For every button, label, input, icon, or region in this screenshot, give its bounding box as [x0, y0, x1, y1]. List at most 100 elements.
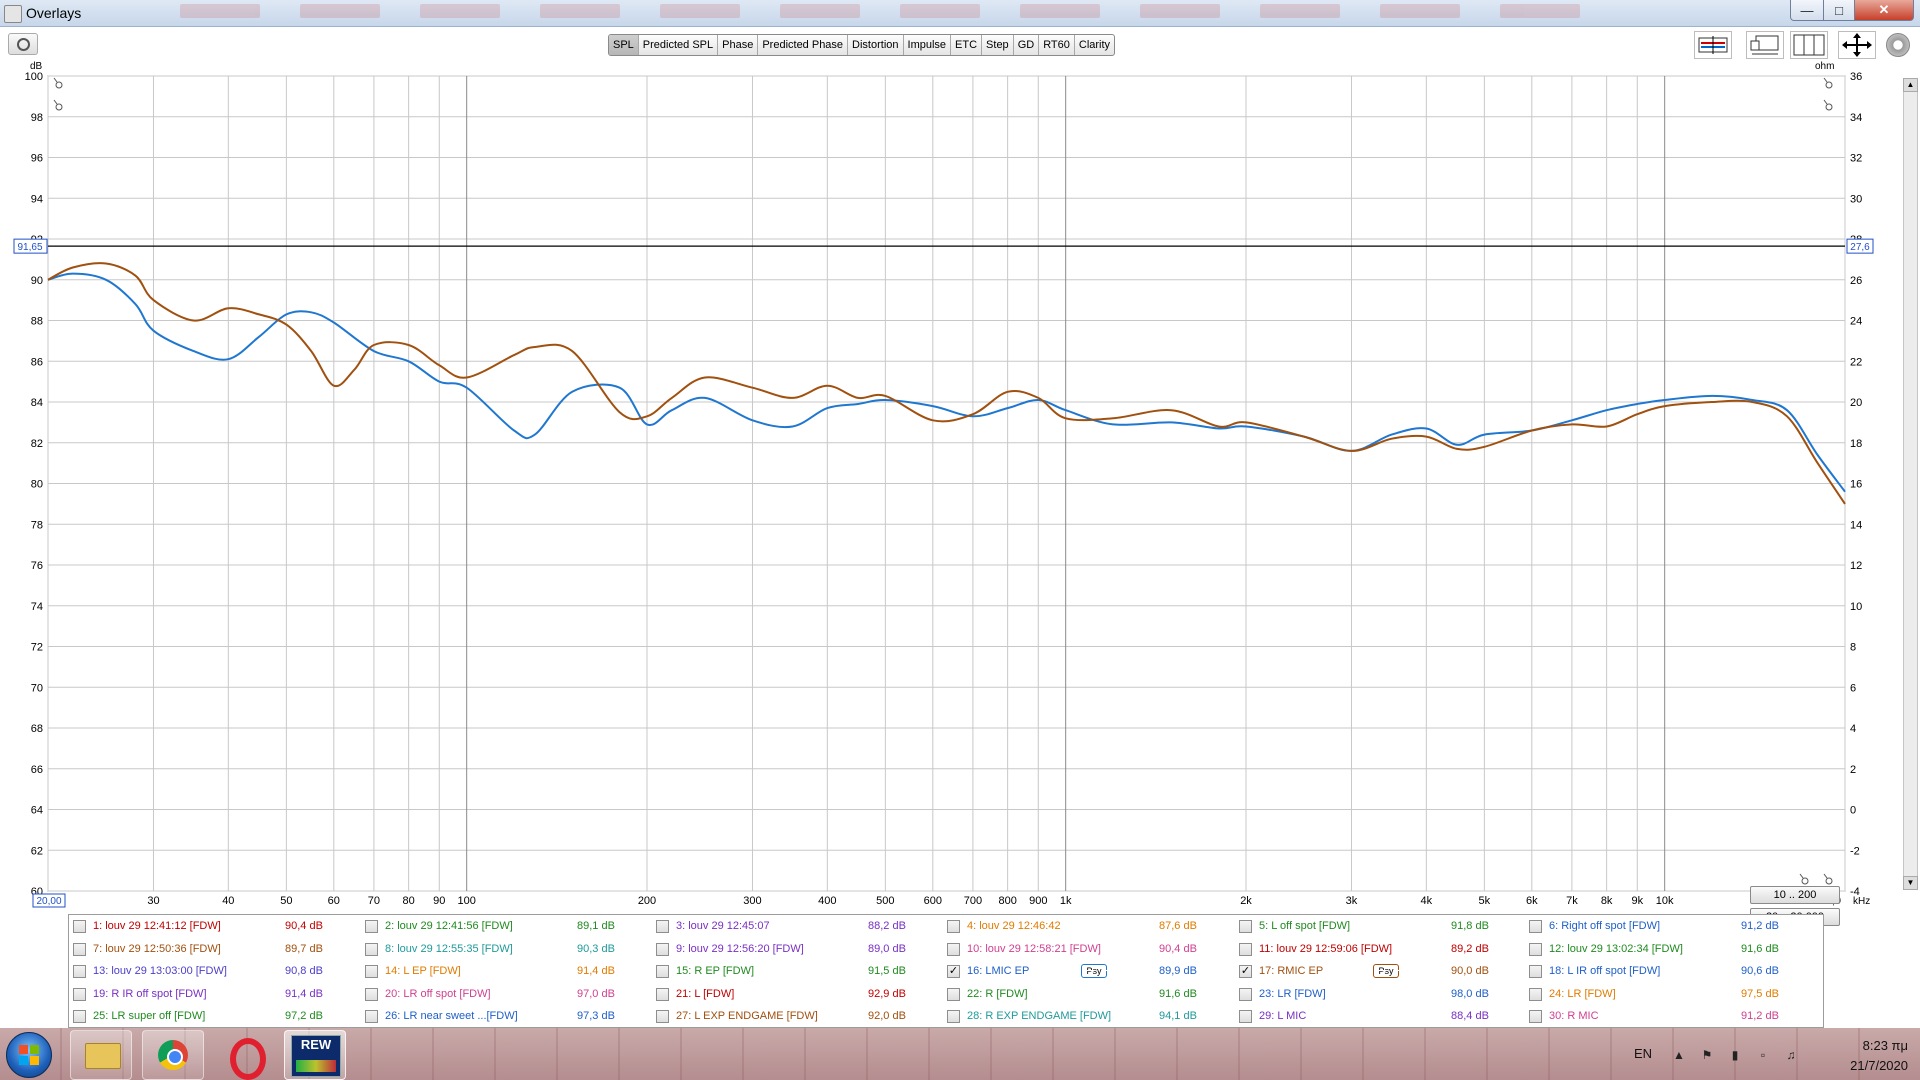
legend-item[interactable]: 22: R [FDW] 91,6 dB	[943, 983, 1233, 1005]
show-hidden-icons-icon[interactable]: ▲	[1672, 1048, 1686, 1062]
legend-checkbox[interactable]	[73, 987, 86, 1001]
tab-rt60[interactable]: RT60	[1039, 35, 1075, 55]
legend-checkbox[interactable]: ✓	[1239, 965, 1252, 979]
clock-date[interactable]: 21/7/2020	[1818, 1058, 1908, 1073]
volume-icon[interactable]: ♫	[1784, 1048, 1798, 1062]
legend-item[interactable]: 18: L IR off spot [FDW] 90,6 dB	[1525, 960, 1815, 982]
legend-checkbox[interactable]	[1239, 920, 1252, 933]
grid-layout-icon[interactable]	[1790, 31, 1828, 59]
tab-phase[interactable]: Phase	[718, 35, 759, 55]
legend-item[interactable]: 8: louv 29 12:55:35 [FDW] 90,3 dB	[361, 938, 651, 960]
action-center-flag-icon[interactable]: ⚑	[1700, 1048, 1714, 1062]
legend-item[interactable]: ✓ 17: RMIC EP Psy 90,0 dB	[1235, 960, 1525, 982]
tab-distortion[interactable]: Distortion	[848, 35, 904, 55]
legend-checkbox[interactable]	[1239, 987, 1252, 1001]
legend-item[interactable]: 19: R IR off spot [FDW] 91,4 dB	[69, 983, 359, 1005]
legend-item[interactable]: 5: L off spot [FDW] 91,8 dB	[1235, 915, 1525, 937]
tab-etc[interactable]: ETC	[951, 35, 983, 55]
tab-step[interactable]: Step	[982, 35, 1014, 55]
taskbar-chrome-button[interactable]	[142, 1030, 204, 1080]
legend-item[interactable]: 3: louv 29 12:45:07 88,2 dB	[652, 915, 942, 937]
legend-item[interactable]: 14: L EP [FDW] 91,4 dB	[361, 960, 651, 982]
chart-area[interactable]: 1003698349632943092289026882486228420821…	[0, 60, 1920, 926]
legend-checkbox[interactable]	[1529, 920, 1542, 933]
maximize-button[interactable]: □	[1823, 0, 1855, 21]
close-button[interactable]: ✕	[1854, 0, 1914, 21]
legend-checkbox[interactable]	[947, 1010, 960, 1024]
legend-checkbox[interactable]	[1239, 942, 1252, 956]
vertical-zoom-icon[interactable]	[1694, 31, 1732, 59]
legend-checkbox[interactable]	[73, 920, 86, 933]
legend-item[interactable]: 10: louv 29 12:58:21 [FDW] 90,4 dB	[943, 938, 1233, 960]
legend-item[interactable]: 20: LR off spot [FDW] 97,0 dB	[361, 983, 651, 1005]
language-indicator[interactable]: EN	[1634, 1046, 1652, 1061]
taskbar-opera-button[interactable]	[214, 1030, 274, 1080]
legend-checkbox[interactable]	[656, 987, 669, 1001]
vertical-scrollbar[interactable]	[1903, 78, 1918, 890]
taskbar-explorer-button[interactable]	[70, 1030, 132, 1080]
legend-checkbox[interactable]	[1529, 965, 1542, 979]
scroll-up-arrow-icon[interactable]: ▲	[1903, 78, 1918, 92]
spl-chart[interactable]: 1003698349632943092289026882486228420821…	[0, 60, 1920, 915]
legend-item[interactable]: 26: LR near sweet ...[FDW] 97,3 dB	[361, 1005, 651, 1027]
legend-checkbox[interactable]	[73, 965, 86, 979]
legend-checkbox[interactable]	[365, 1010, 378, 1024]
clock-time[interactable]: 8:23 πμ	[1818, 1038, 1908, 1053]
tab-gd[interactable]: GD	[1014, 35, 1040, 55]
legend-item[interactable]: 13: louv 29 13:03:00 [FDW] 90,8 dB	[69, 960, 359, 982]
legend-checkbox[interactable]	[1529, 942, 1542, 956]
legend-checkbox[interactable]	[656, 942, 669, 956]
legend-checkbox[interactable]	[73, 1010, 86, 1024]
legend-item[interactable]: 23: LR [FDW] 98,0 dB	[1235, 983, 1525, 1005]
legend-checkbox[interactable]	[365, 942, 378, 956]
legend-checkbox[interactable]	[1529, 987, 1542, 1001]
legend-item[interactable]: 7: louv 29 12:50:36 [FDW] 89,7 dB	[69, 938, 359, 960]
tab-spl[interactable]: SPL	[609, 35, 639, 55]
legend-item[interactable]: 9: louv 29 12:56:20 [FDW] 89,0 dB	[652, 938, 942, 960]
minimize-button[interactable]: —	[1790, 0, 1824, 21]
legend-checkbox[interactable]	[365, 920, 378, 933]
legend-checkbox[interactable]	[947, 942, 960, 956]
legend-checkbox[interactable]	[656, 1010, 669, 1024]
legend-item[interactable]: 27: L EXP ENDGAME [FDW] 92,0 dB	[652, 1005, 942, 1027]
legend-item[interactable]: 6: Right off spot [FDW] 91,2 dB	[1525, 915, 1815, 937]
legend-item[interactable]: 21: L [FDW] 92,9 dB	[652, 983, 942, 1005]
legend-item[interactable]: 29: L MIC 88,4 dB	[1235, 1005, 1525, 1027]
legend-checkbox[interactable]	[365, 965, 378, 979]
tab-predicted-spl[interactable]: Predicted SPL	[639, 35, 719, 55]
legend-checkbox[interactable]: ✓	[947, 965, 960, 979]
legend-checkbox[interactable]	[947, 987, 960, 1001]
legend-item[interactable]: 1: louv 29 12:41:12 [FDW] 90,4 dB	[69, 915, 359, 937]
legend-checkbox[interactable]	[1529, 1010, 1542, 1024]
network-signal-icon[interactable]: ▫	[1756, 1048, 1770, 1062]
legend-item[interactable]: 4: louv 29 12:46:42 87,6 dB	[943, 915, 1233, 937]
legend-item[interactable]: 25: LR super off [FDW] 97,2 dB	[69, 1005, 359, 1027]
start-button[interactable]	[6, 1032, 52, 1078]
tab-predicted-phase[interactable]: Predicted Phase	[758, 35, 849, 55]
tab-clarity[interactable]: Clarity	[1075, 35, 1114, 55]
range-10-200-button[interactable]: 10 .. 200	[1750, 886, 1840, 904]
legend-item[interactable]: 2: louv 29 12:41:56 [FDW] 89,1 dB	[361, 915, 651, 937]
legend-item[interactable]: ✓ 16: LMIC EP Psy 89,9 dB	[943, 960, 1233, 982]
legend-checkbox[interactable]	[656, 920, 669, 933]
scroll-down-arrow-icon[interactable]: ▼	[1903, 876, 1918, 890]
usb-device-icon[interactable]: ▮	[1728, 1048, 1742, 1062]
legend-checkbox[interactable]	[656, 965, 669, 979]
legend-checkbox[interactable]	[73, 942, 86, 956]
psy-smoothing-badge[interactable]: Psy	[1081, 964, 1110, 979]
fit-view-arrows-icon[interactable]	[1838, 31, 1876, 59]
legend-item[interactable]: 12: louv 29 13:02:34 [FDW] 91,6 dB	[1525, 938, 1815, 960]
tab-impulse[interactable]: Impulse	[904, 35, 952, 55]
legend-item[interactable]: 30: R MIC 91,2 dB	[1525, 1005, 1815, 1027]
window-layout-icon[interactable]	[1746, 31, 1784, 59]
legend-item[interactable]: 11: louv 29 12:59:06 [FDW] 89,2 dB	[1235, 938, 1525, 960]
legend-item[interactable]: 15: R EP [FDW] 91,5 dB	[652, 960, 942, 982]
legend-item[interactable]: 24: LR [FDW] 97,5 dB	[1525, 983, 1815, 1005]
legend-checkbox[interactable]	[1239, 1010, 1252, 1024]
legend-item[interactable]: 28: R EXP ENDGAME [FDW] 94,1 dB	[943, 1005, 1233, 1027]
camera-icon[interactable]	[8, 33, 38, 55]
legend-checkbox[interactable]	[947, 920, 960, 933]
gear-icon[interactable]	[1886, 33, 1910, 57]
taskbar-rew-button[interactable]: REW	[284, 1030, 346, 1080]
legend-checkbox[interactable]	[365, 987, 378, 1001]
